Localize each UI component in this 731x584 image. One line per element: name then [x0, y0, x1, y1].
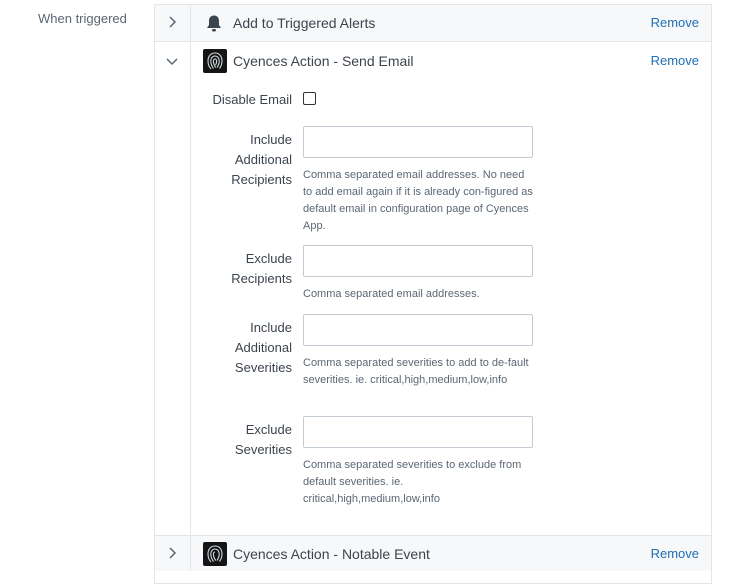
disable-email-label: Disable Email	[212, 92, 292, 107]
fingerprint-logo-icon	[203, 49, 227, 73]
remove-button[interactable]: Remove	[651, 546, 699, 561]
fingerprint-logo-icon	[203, 542, 227, 566]
include-recipients-input[interactable]	[303, 126, 533, 158]
exclude-recipients-input[interactable]	[303, 245, 533, 277]
exclude-severities-label: Exclude Severities	[234, 422, 292, 457]
include-severities-input[interactable]	[303, 314, 533, 346]
exclude-severities-help: Comma separated severities to exclude fr…	[303, 459, 522, 505]
chevron-right-icon[interactable]	[167, 16, 177, 30]
include-recipients-help: Comma separated email addresses. No need…	[303, 169, 533, 232]
expand-toggle[interactable]	[155, 5, 191, 41]
expand-toggle[interactable]	[155, 536, 191, 571]
action-row-triggered-alerts: Add to Triggered Alerts Remove	[155, 5, 711, 42]
alert-actions-panel: Add to Triggered Alerts Remove Cyences A…	[154, 4, 712, 584]
exclude-recipients-help: Comma separated email addresses.	[303, 288, 480, 300]
expand-toggle[interactable]	[155, 42, 191, 79]
include-recipients-label: Include Additional Recipients	[231, 132, 292, 187]
remove-button[interactable]: Remove	[651, 53, 699, 68]
disable-email-checkbox[interactable]	[303, 92, 316, 105]
bell-icon	[205, 14, 223, 38]
action-row-notable-event: Cyences Action - Notable Event Remove	[155, 535, 711, 571]
include-severities-help: Comma separated severities to add to de-…	[303, 357, 529, 386]
form-gutter	[155, 79, 191, 535]
exclude-severities-input[interactable]	[303, 416, 533, 448]
action-title: Cyences Action - Notable Event	[233, 546, 430, 562]
chevron-right-icon[interactable]	[167, 547, 177, 561]
remove-button[interactable]: Remove	[651, 15, 699, 30]
action-title: Add to Triggered Alerts	[233, 15, 376, 31]
section-label: When triggered	[38, 11, 127, 26]
exclude-recipients-label: Exclude Recipients	[231, 251, 292, 286]
action-row-send-email: Cyences Action - Send Email Remove	[155, 42, 711, 79]
action-title: Cyences Action - Send Email	[233, 53, 414, 69]
send-email-form: Disable Email Include Additional Recipie…	[155, 79, 711, 535]
include-severities-label: Include Additional Severities	[234, 320, 292, 375]
chevron-down-icon[interactable]	[166, 54, 178, 68]
